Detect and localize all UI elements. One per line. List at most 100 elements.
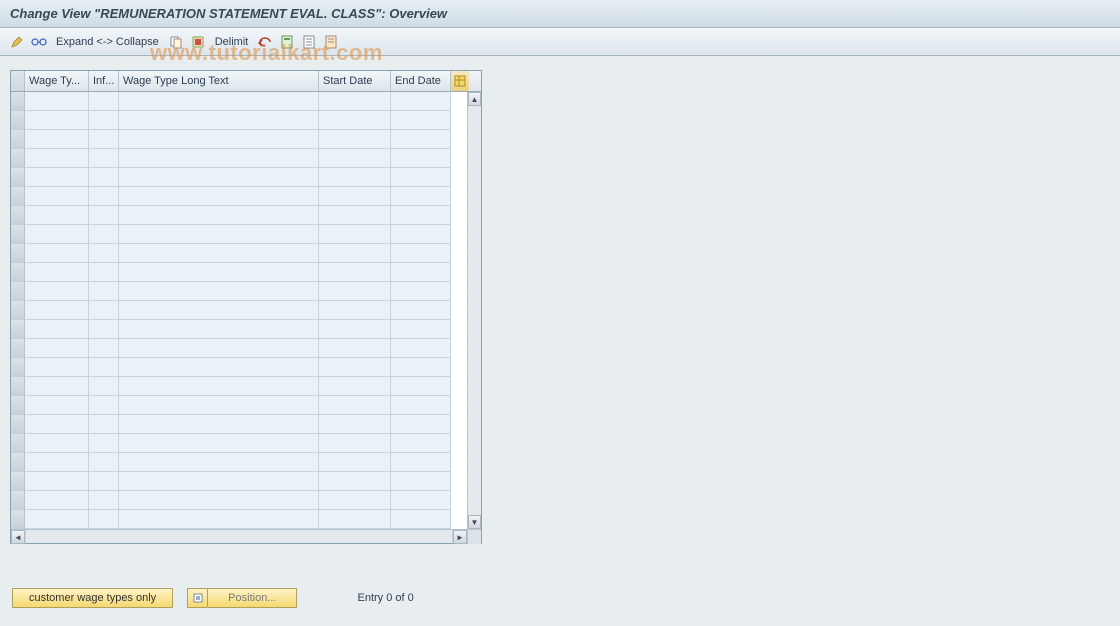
cell-wage-type[interactable]: [25, 434, 89, 453]
cell-long-text[interactable]: [119, 491, 319, 510]
cell-end-date[interactable]: [391, 434, 451, 453]
table-row[interactable]: [11, 434, 467, 453]
cell-wage-type[interactable]: [25, 415, 89, 434]
table-row[interactable]: [11, 282, 467, 301]
cell-wage-type[interactable]: [25, 92, 89, 111]
cell-wage-type[interactable]: [25, 320, 89, 339]
scroll-left-icon[interactable]: ◄: [11, 530, 25, 544]
customer-wage-types-button[interactable]: customer wage types only: [12, 588, 173, 608]
cell-wage-type[interactable]: [25, 225, 89, 244]
cell-long-text[interactable]: [119, 434, 319, 453]
cell-inf[interactable]: [89, 377, 119, 396]
cell-wage-type[interactable]: [25, 282, 89, 301]
cell-end-date[interactable]: [391, 320, 451, 339]
cell-inf[interactable]: [89, 339, 119, 358]
row-selector[interactable]: [11, 453, 25, 472]
cell-start-date[interactable]: [319, 453, 391, 472]
cell-long-text[interactable]: [119, 206, 319, 225]
glasses-detail-icon[interactable]: [30, 33, 48, 51]
cell-start-date[interactable]: [319, 434, 391, 453]
cell-wage-type[interactable]: [25, 491, 89, 510]
row-selector[interactable]: [11, 130, 25, 149]
cell-wage-type[interactable]: [25, 510, 89, 529]
cell-wage-type[interactable]: [25, 377, 89, 396]
cell-long-text[interactable]: [119, 130, 319, 149]
position-button[interactable]: Position...: [207, 588, 297, 608]
cell-inf[interactable]: [89, 225, 119, 244]
vertical-scrollbar[interactable]: ▲ ▼: [467, 92, 481, 529]
cell-start-date[interactable]: [319, 244, 391, 263]
row-selector[interactable]: [11, 320, 25, 339]
cell-end-date[interactable]: [391, 244, 451, 263]
horizontal-scrollbar[interactable]: ◄ ►: [11, 529, 481, 543]
cell-wage-type[interactable]: [25, 358, 89, 377]
table-row[interactable]: [11, 130, 467, 149]
cell-wage-type[interactable]: [25, 187, 89, 206]
row-selector[interactable]: [11, 111, 25, 130]
position-icon[interactable]: [187, 588, 207, 608]
cell-start-date[interactable]: [319, 206, 391, 225]
cell-wage-type[interactable]: [25, 168, 89, 187]
col-header-start-date[interactable]: Start Date: [319, 71, 391, 91]
row-selector[interactable]: [11, 396, 25, 415]
copy-icon[interactable]: [167, 33, 185, 51]
cell-end-date[interactable]: [391, 301, 451, 320]
table-row[interactable]: [11, 415, 467, 434]
cell-inf[interactable]: [89, 206, 119, 225]
cell-inf[interactable]: [89, 453, 119, 472]
cell-end-date[interactable]: [391, 225, 451, 244]
cell-long-text[interactable]: [119, 396, 319, 415]
cell-start-date[interactable]: [319, 415, 391, 434]
cell-start-date[interactable]: [319, 377, 391, 396]
table-row[interactable]: [11, 491, 467, 510]
table-row[interactable]: [11, 358, 467, 377]
table-row[interactable]: [11, 453, 467, 472]
cell-end-date[interactable]: [391, 339, 451, 358]
scroll-track[interactable]: [468, 106, 481, 515]
cell-start-date[interactable]: [319, 301, 391, 320]
cell-start-date[interactable]: [319, 358, 391, 377]
col-header-wage-type[interactable]: Wage Ty...: [25, 71, 89, 91]
cell-inf[interactable]: [89, 358, 119, 377]
cell-long-text[interactable]: [119, 339, 319, 358]
cell-end-date[interactable]: [391, 510, 451, 529]
cell-end-date[interactable]: [391, 282, 451, 301]
table-row[interactable]: [11, 168, 467, 187]
cell-start-date[interactable]: [319, 396, 391, 415]
configure-columns-icon[interactable]: [451, 71, 469, 91]
row-selector[interactable]: [11, 339, 25, 358]
cell-long-text[interactable]: [119, 301, 319, 320]
cell-long-text[interactable]: [119, 415, 319, 434]
row-selector[interactable]: [11, 472, 25, 491]
cell-end-date[interactable]: [391, 111, 451, 130]
cell-inf[interactable]: [89, 130, 119, 149]
cell-end-date[interactable]: [391, 472, 451, 491]
col-header-long-text[interactable]: Wage Type Long Text: [119, 71, 319, 91]
cell-long-text[interactable]: [119, 244, 319, 263]
cell-inf[interactable]: [89, 149, 119, 168]
row-selector[interactable]: [11, 92, 25, 111]
row-selector[interactable]: [11, 168, 25, 187]
undo-icon[interactable]: [256, 33, 274, 51]
cell-inf[interactable]: [89, 187, 119, 206]
table-row[interactable]: [11, 225, 467, 244]
cell-inf[interactable]: [89, 320, 119, 339]
col-header-inf[interactable]: Inf...: [89, 71, 119, 91]
cell-start-date[interactable]: [319, 491, 391, 510]
row-selector[interactable]: [11, 415, 25, 434]
cell-inf[interactable]: [89, 168, 119, 187]
col-header-end-date[interactable]: End Date: [391, 71, 451, 91]
cell-long-text[interactable]: [119, 453, 319, 472]
cell-wage-type[interactable]: [25, 396, 89, 415]
cell-end-date[interactable]: [391, 453, 451, 472]
cell-end-date[interactable]: [391, 92, 451, 111]
cell-wage-type[interactable]: [25, 339, 89, 358]
cell-long-text[interactable]: [119, 187, 319, 206]
cell-start-date[interactable]: [319, 111, 391, 130]
cell-end-date[interactable]: [391, 206, 451, 225]
cell-wage-type[interactable]: [25, 149, 89, 168]
cell-long-text[interactable]: [119, 225, 319, 244]
cell-end-date[interactable]: [391, 168, 451, 187]
table-row[interactable]: [11, 263, 467, 282]
cell-inf[interactable]: [89, 301, 119, 320]
